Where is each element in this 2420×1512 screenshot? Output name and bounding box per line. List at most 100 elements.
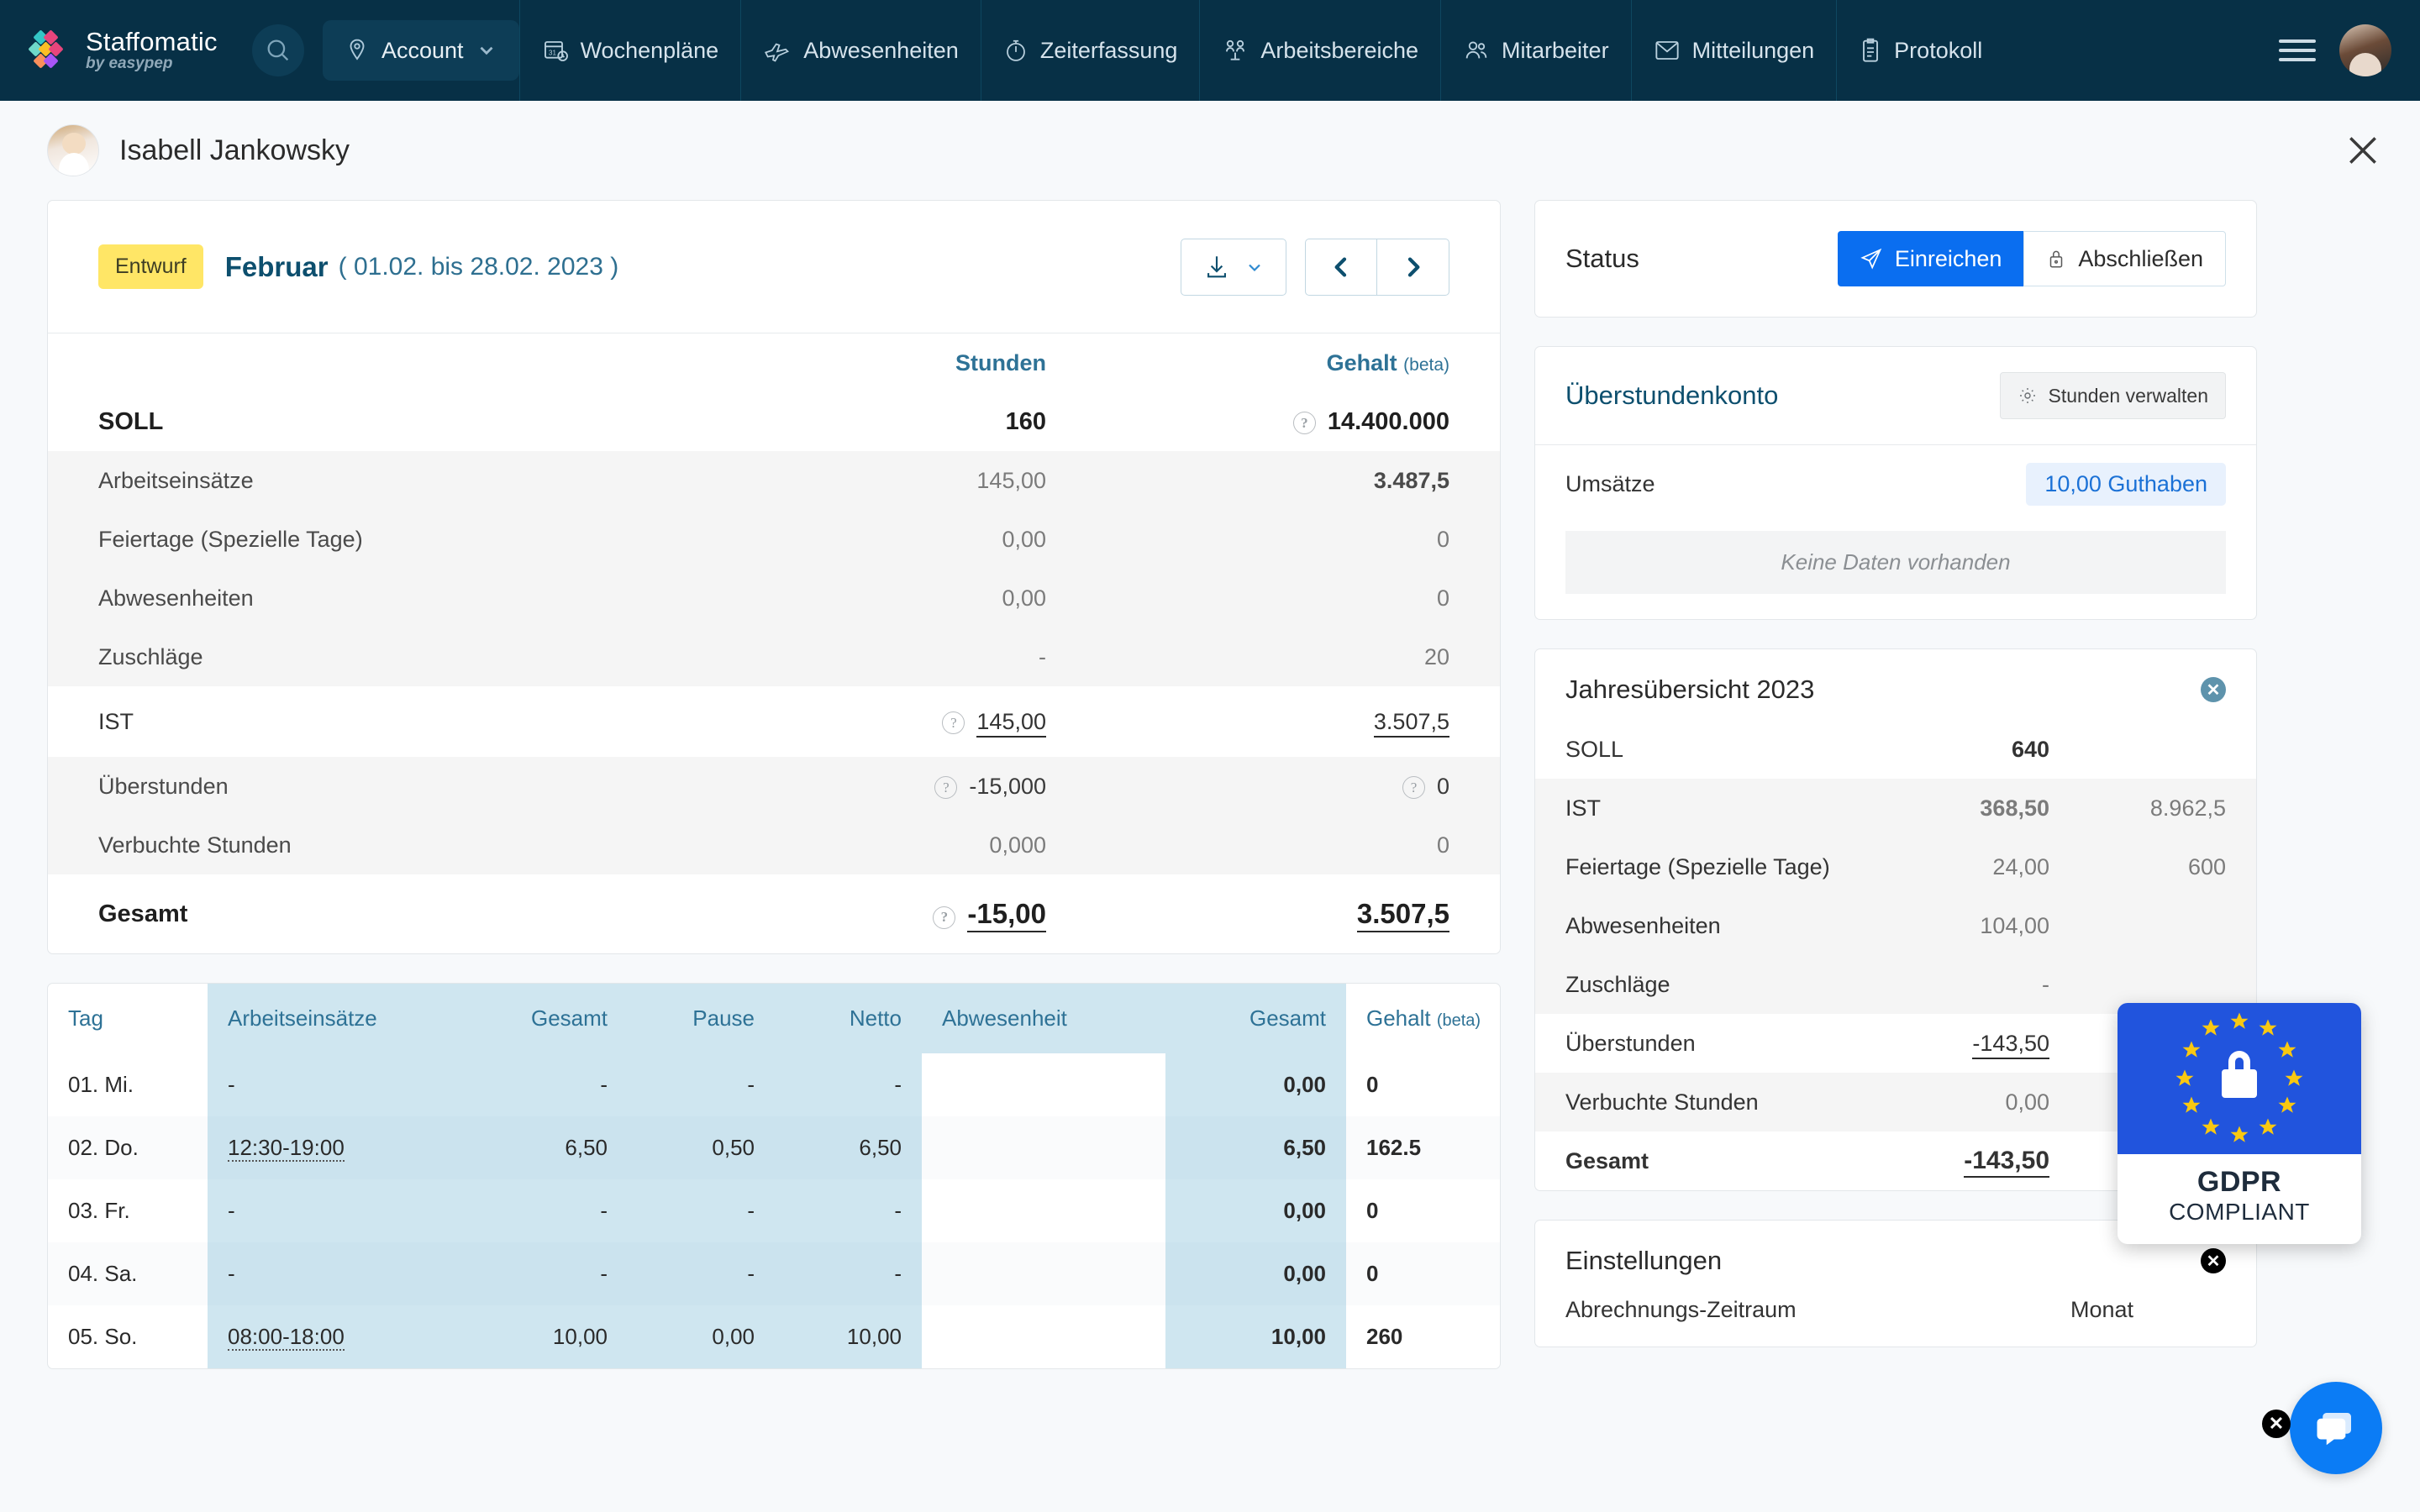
employee-avatar <box>47 124 99 176</box>
account-label: Account <box>381 37 464 63</box>
year-row-label: Verbuchte Stunden <box>1535 1073 1912 1131</box>
submit-button[interactable]: Einreichen <box>1837 231 2024 286</box>
year-row-hours: 0,00 <box>1912 1073 2080 1131</box>
year-close-button[interactable]: ✕ <box>2201 677 2226 702</box>
nav-item-protokoll[interactable]: Protokoll <box>1836 0 2004 101</box>
users-icon <box>1465 41 1487 59</box>
year-row-hours: 24,00 <box>1912 837 2080 896</box>
nav-item-abwesenheiten[interactable]: Abwesenheiten <box>740 0 981 101</box>
day-shifts[interactable]: 08:00-18:00 <box>208 1305 451 1368</box>
brand-logo[interactable]: Staffomatic by easypep <box>0 27 252 74</box>
day-abwesenheit[interactable] <box>922 1053 1165 1116</box>
day-shifts[interactable]: 12:30-19:00 <box>208 1116 451 1179</box>
user-avatar[interactable] <box>2339 24 2391 76</box>
row-label: IST <box>98 708 134 734</box>
nav-item-zeiterfassung[interactable]: Zeiterfassung <box>980 0 1200 101</box>
help-icon[interactable]: ? <box>934 776 958 799</box>
day-gesamt: 6,50 <box>451 1116 628 1179</box>
period-header: Entwurf Februar ( 01.02. bis 28.02. 2023… <box>48 201 1500 333</box>
close-panel-button[interactable] <box>2344 132 2381 169</box>
year-row-label: SOLL <box>1565 736 1624 762</box>
summary-col-label <box>48 333 744 392</box>
row-hours-value: -15,000 <box>969 773 1046 799</box>
finalize-button[interactable]: Abschließen <box>2023 231 2226 286</box>
help-icon[interactable]: ? <box>1402 776 1425 799</box>
settings-close-button[interactable]: ✕ <box>2201 1248 2226 1273</box>
day-abwesenheit[interactable] <box>922 1116 1165 1179</box>
nav-label: Arbeitsbereiche <box>1260 37 1419 63</box>
nav-item-mitteilungen[interactable]: Mitteilungen <box>1630 0 1837 101</box>
overtime-card-head: Überstundenkonto Stunden verwalten <box>1535 347 2256 445</box>
year-row-hours-value: -143,50 <box>1964 1147 2049 1178</box>
day-tag: 05. So. <box>68 1324 138 1349</box>
previous-period-button[interactable] <box>1305 238 1377 296</box>
year-row-label: IST <box>1535 779 1912 837</box>
table-row: Feiertage (Spezielle Tage) 24,00 600 <box>1535 837 2256 896</box>
table-row: Feiertage (Spezielle Tage) 0,00 0 <box>48 510 1500 569</box>
year-row-hours: - <box>1912 955 2080 1014</box>
chevron-down-icon <box>1249 264 1260 271</box>
help-icon[interactable]: ? <box>1292 412 1316 434</box>
chevron-right-icon <box>1407 257 1419 276</box>
day-gesamt: - <box>451 1242 628 1305</box>
content-layout: Entwurf Februar ( 01.02. bis 28.02. 2023… <box>0 200 2420 1398</box>
nav-item-mitarbeiter[interactable]: Mitarbeiter <box>1440 0 1631 101</box>
row-salary: 0 <box>1097 816 1500 874</box>
menu-button[interactable] <box>2279 34 2316 67</box>
clipboard-icon <box>1863 38 1879 62</box>
day-shifts: - <box>208 1053 451 1116</box>
download-icon <box>1207 255 1226 277</box>
summary-col-salary: Gehalt (beta) <box>1097 333 1500 392</box>
day-abwesenheit[interactable] <box>922 1242 1165 1305</box>
day-gesamt: 10,00 <box>451 1305 628 1368</box>
year-row-salary <box>2080 720 2256 779</box>
account-dropdown[interactable]: Account <box>323 20 519 81</box>
day-abwesenheit[interactable] <box>922 1305 1165 1368</box>
location-pin-icon <box>350 39 365 60</box>
row-label: Zuschläge <box>48 627 744 686</box>
chat-close-button[interactable]: ✕ <box>2262 1410 2291 1438</box>
gear-icon <box>2020 388 2036 403</box>
day-gehalt: 0 <box>1366 1198 1379 1223</box>
daily-col-gehalt: Gehalt (beta) <box>1346 984 1500 1053</box>
table-row: 02. Do. 12:30-19:00 6,50 0,50 6,50 6,50 … <box>48 1116 1500 1179</box>
calendar-icon: 31 <box>544 41 568 61</box>
day-tag: 04. Sa. <box>48 1242 208 1305</box>
envelope-icon <box>1655 41 1679 60</box>
manage-hours-button[interactable]: Stunden verwalten <box>2000 372 2226 419</box>
summary-table-body: SOLL 160 ? 14.400.000 Arbeitseinsätze 145… <box>48 392 1500 953</box>
search-icon <box>267 39 289 61</box>
help-icon[interactable]: ? <box>933 906 956 929</box>
menu-line <box>2279 49 2316 52</box>
search-button[interactable] <box>252 24 304 76</box>
year-row-hours-value: -143,50 <box>1972 1030 2049 1059</box>
period-summary-card: Entwurf Februar ( 01.02. bis 28.02. 2023… <box>47 200 1501 954</box>
day-netto: - <box>775 1179 922 1242</box>
row-hours: ? 145,00 <box>744 686 1097 757</box>
summary-table: Stunden Gehalt (beta) SOLL 160 ? 14.400.0… <box>48 333 1500 953</box>
row-label: Verbuchte Stunden <box>48 816 744 874</box>
year-row-salary: 8.962,5 <box>2080 779 2256 837</box>
table-row: 05. So. 08:00-18:00 10,00 0,00 10,00 10,… <box>48 1305 1500 1368</box>
day-shifts: - <box>208 1242 451 1305</box>
help-icon[interactable]: ? <box>942 711 965 734</box>
plane-icon <box>765 43 790 62</box>
eu-stars-lock-icon <box>2175 1012 2303 1142</box>
gdpr-line2: COMPLIANT <box>2169 1199 2310 1225</box>
row-salary: 3.507,5 <box>1097 874 1500 953</box>
nav-item-wochenplaene[interactable]: 31 Wochenpläne <box>518 0 741 101</box>
gdpr-badge[interactable]: GDPR COMPLIANT <box>2118 1003 2361 1244</box>
row-salary: ? 14.400.000 <box>1097 392 1500 451</box>
day-abwesenheit[interactable] <box>922 1179 1165 1242</box>
row-salary-value: 0 <box>1436 773 1449 799</box>
nav-item-arbeitsbereiche[interactable]: Arbeitsbereiche <box>1199 0 1440 101</box>
table-row: Verbuchte Stunden 0,000 0 <box>48 816 1500 874</box>
submit-label: Einreichen <box>1894 245 2002 271</box>
settings-title: Einstellungen <box>1565 1246 1723 1275</box>
period-month: Februar <box>224 250 329 282</box>
settings-row: Abrechnungs-Zeitraum Monat <box>1535 1289 2256 1347</box>
download-button[interactable] <box>1181 238 1286 296</box>
chat-launcher-button[interactable] <box>2290 1382 2382 1474</box>
table-row: Arbeitseinsätze 145,00 3.487,5 <box>48 451 1500 510</box>
next-period-button[interactable] <box>1377 238 1449 296</box>
